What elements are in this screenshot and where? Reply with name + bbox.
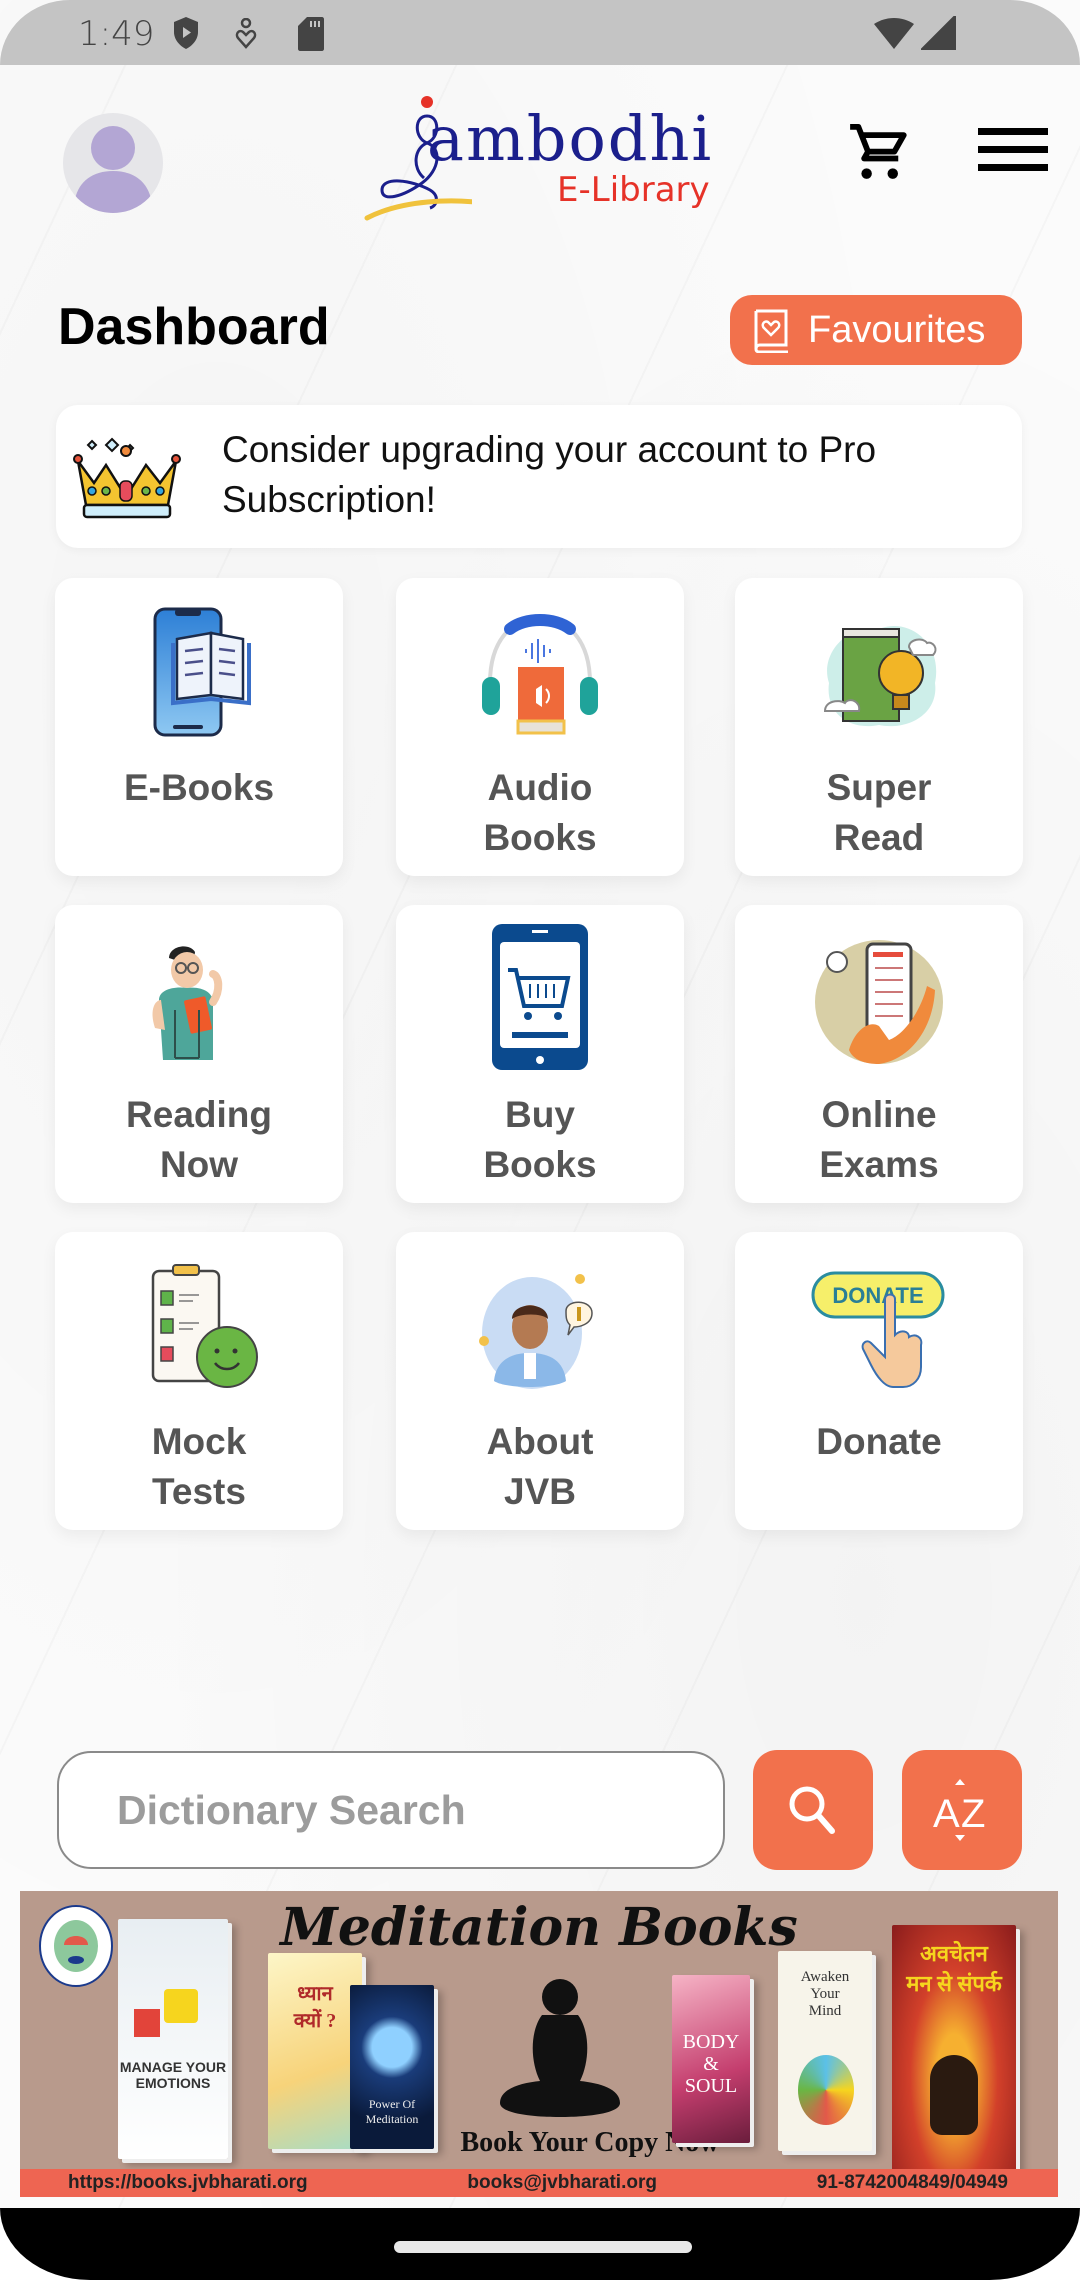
search-icon [789, 1786, 835, 1834]
tile-label: Online Exams [819, 1094, 939, 1185]
user-avatar-icon [75, 126, 151, 213]
profile-avatar[interactable] [63, 113, 163, 213]
svg-text:A: A [933, 1792, 960, 1836]
sambodhi-logo: ambodhi E-Library [362, 88, 718, 222]
tile-audio-books[interactable]: Audio Books [396, 578, 684, 876]
sd-card-icon [298, 17, 324, 51]
tile-label: Super Read [826, 767, 932, 858]
tile-label: Reading Now [126, 1094, 272, 1185]
logo-subtitle: E-Library [557, 170, 710, 210]
book-cover: अवचेतन मन से संपर्क [892, 1925, 1016, 2179]
tile-about-jvb[interactable]: About JVB [396, 1232, 684, 1530]
cart-icon [850, 123, 907, 179]
pro-subscription-banner[interactable]: Consider upgrading your account to Pro S… [56, 405, 1022, 548]
hamburger-menu-icon [978, 128, 1048, 171]
tile-label: E-Books [123, 767, 275, 808]
tile-e-books[interactable]: E-Books [55, 578, 343, 876]
status-bar: 1:49 [0, 0, 1080, 65]
tile-reading-now[interactable]: Reading Now [55, 905, 343, 1203]
book-heart-icon [754, 309, 788, 353]
favourites-button[interactable]: Favourites [730, 295, 1022, 365]
phone-book-icon [153, 607, 251, 737]
sort-az-button[interactable]: A Z [902, 1750, 1022, 1870]
search-button[interactable] [753, 1750, 873, 1870]
meditation-books-ad-banner[interactable]: Meditation Books MANAGE YOUR EMOTIONS ध्… [20, 1891, 1058, 2197]
headphones-book-icon [482, 614, 598, 735]
logo-brand-text: ambodhi [427, 102, 714, 175]
banner-phone[interactable]: 91-8742004849/04949 [817, 2172, 1008, 2194]
donate-button-hand-icon: DONATE [811, 1271, 945, 1388]
cellular-signal-icon [921, 16, 956, 50]
book-cover: ध्यान क्यों ? [268, 1953, 362, 2149]
banner-website[interactable]: https://books.jvbharati.org [68, 2172, 308, 2194]
phone-cart-icon [492, 924, 588, 1070]
banner-contact-strip: https://books.jvbharati.org books@jvbhar… [20, 2169, 1058, 2197]
favourites-label: Favourites [808, 308, 986, 351]
sort-az-icon: A Z [933, 1779, 985, 1841]
svg-text:Z: Z [961, 1792, 985, 1836]
book-cover: MANAGE YOUR EMOTIONS [118, 1919, 228, 2159]
person-reading-icon [152, 946, 223, 1060]
tile-label: About JVB [486, 1421, 594, 1512]
page-title: Dashboard [58, 298, 330, 356]
banner-email[interactable]: books@jvbharati.org [467, 2172, 657, 2194]
home-gesture-handle[interactable] [394, 2241, 692, 2253]
book-cover: Power Of Meditation [350, 1985, 434, 2149]
tile-label: Donate [816, 1421, 942, 1462]
tile-label: Audio Books [483, 767, 597, 858]
tile-label: Mock Tests [151, 1421, 247, 1512]
book-cover: BODY & SOUL [672, 1975, 750, 2143]
play-protect-shield-icon [174, 17, 198, 49]
accessibility-heart-icon [235, 18, 257, 49]
promo-text: Consider upgrading your account to Pro S… [222, 429, 877, 520]
person-info-icon [479, 1274, 593, 1389]
tile-label: Buy Books [483, 1094, 597, 1185]
dictionary-search-input[interactable] [57, 1751, 725, 1869]
tile-online-exams[interactable]: Online Exams [735, 905, 1023, 1203]
status-time: 1:49 [78, 14, 155, 54]
meditating-silhouette-icon [500, 1979, 620, 2117]
book-lightbulb-icon [823, 626, 937, 727]
cart-button[interactable] [846, 120, 912, 186]
phone-exam-icon [815, 940, 943, 1064]
book-cover: Awaken Your Mind [778, 1951, 872, 2151]
checklist-smiley-icon [151, 1264, 258, 1388]
crown-icon [73, 437, 181, 519]
svg-text:DONATE: DONATE [832, 1283, 923, 1308]
tile-donate[interactable]: DONATE Donate [735, 1232, 1023, 1530]
tile-mock-tests[interactable]: Mock Tests [55, 1232, 343, 1530]
tile-buy-books[interactable]: Buy Books [396, 905, 684, 1203]
hamburger-menu-button[interactable] [978, 128, 1048, 178]
wifi-icon [874, 18, 914, 49]
tile-super-read[interactable]: Super Read [735, 578, 1023, 876]
